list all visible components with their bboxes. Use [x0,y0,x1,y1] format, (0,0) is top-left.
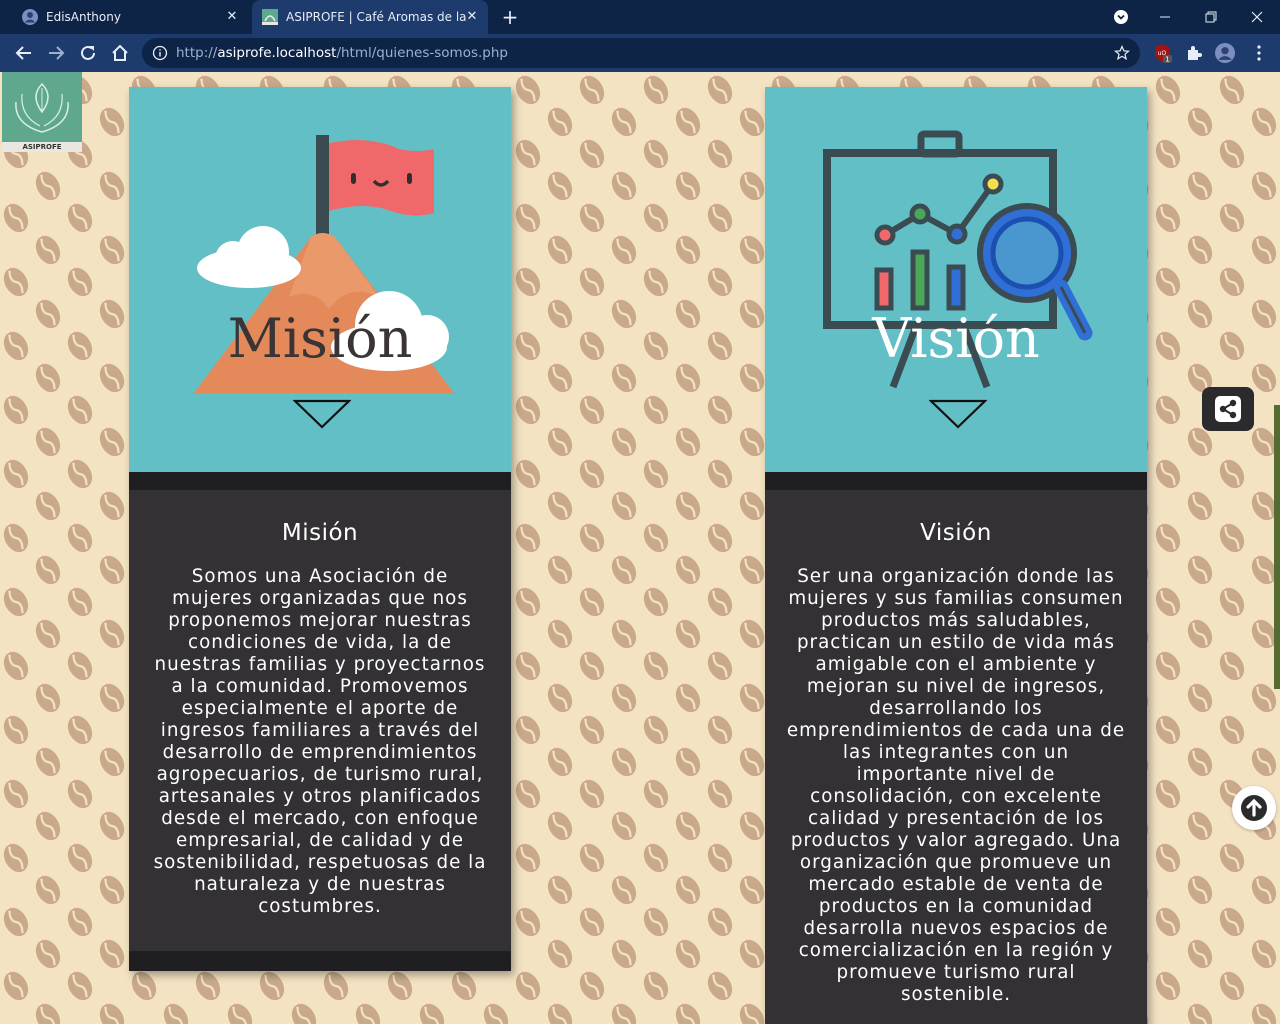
share-button[interactable] [1202,387,1254,431]
mision-heading: Misión [281,520,359,546]
card-footer-bar [129,951,511,971]
back-to-top-button[interactable] [1232,786,1276,830]
account-icon[interactable] [1215,43,1235,63]
tab-asiprofe[interactable]: ASIPROFE | Café Aromas de la Le ✕ [252,0,488,34]
mision-card-body: Misión Somos una Asociación de mujeres o… [129,490,511,951]
restore-icon [1205,11,1217,23]
tab-title: ASIPROFE | Café Aromas de la Le [286,10,466,24]
back-button[interactable] [12,41,36,65]
mision-text: Somos una Asociación de mujeres organiza… [153,566,487,917]
down-arrow-icon[interactable] [929,399,987,429]
mision-card-image: Misión [129,87,511,472]
page-content: ASIPROFE Misión Misión Somos una Asociac… [0,72,1280,1024]
restore-button[interactable] [1188,0,1234,34]
asiprofe-logo[interactable]: ASIPROFE [2,72,82,152]
menu-icon[interactable] [1249,43,1269,63]
home-icon [112,44,128,61]
tab-title: EdisAnthony [46,10,121,24]
star-icon[interactable] [1114,45,1130,61]
leaf-hands-icon [15,82,69,133]
profile-avatar-icon [1215,43,1235,63]
chevron-down-icon [1114,10,1128,24]
down-arrow-icon[interactable] [293,399,351,429]
url-host: asiprofe.localhost [217,45,337,61]
close-window-button[interactable] [1234,0,1280,34]
vision-card-image: Visión [765,87,1147,472]
close-icon [1251,11,1263,23]
extension-badge: 1 [1165,56,1169,64]
card-divider [129,472,511,490]
vision-heading: Visión [920,520,992,546]
vision-card-body: Visión Ser una organización donde las mu… [765,490,1147,1024]
tab-bar: EdisAnthony ✕ ASIPROFE | Café Aromas de … [0,0,1280,34]
info-icon[interactable] [152,45,168,61]
mision-overlay-title: Misión [227,307,413,370]
ublock-icon[interactable]: uO 1 [1152,43,1172,63]
close-icon[interactable]: ✕ [224,9,240,25]
card-divider [765,472,1147,490]
asiprofe-favicon-icon [262,9,278,25]
logo-text: ASIPROFE [2,142,82,152]
profile-icon [22,9,38,25]
tab-search-icon[interactable] [1098,0,1144,34]
forward-icon [49,46,65,60]
scroll-accent-bar [1274,405,1280,689]
plus-icon[interactable]: + [500,7,520,27]
tab-edisanthony[interactable]: EdisAnthony ✕ [8,0,248,34]
home-button[interactable] [108,41,132,65]
browser-toolbar: http://asiprofe.localhost/html/quienes-s… [0,34,1280,72]
vision-card: Visión Visión Ser una organización donde… [765,87,1147,1024]
mision-card: Misión Misión Somos una Asociación de mu… [129,87,511,971]
vision-text: Ser una organización donde las mujeres y… [786,566,1126,1005]
puzzle-icon[interactable] [1184,43,1204,63]
close-icon[interactable]: ✕ [464,9,480,25]
url-path: /html/quienes-somos.php [336,45,508,61]
extensions-icon [1188,46,1202,60]
vision-overlay-title: Visión [872,307,1040,370]
reload-button[interactable] [76,41,100,65]
url-text: http://asiprofe.localhost/html/quienes-s… [176,45,508,61]
kebab-menu-icon [1257,45,1261,61]
share-icon [1215,396,1241,422]
reload-icon [81,45,95,60]
back-icon [15,46,31,60]
minimize-icon [1160,16,1170,18]
arrow-up-icon [1241,795,1267,821]
url-scheme: http:// [176,45,218,61]
minimize-button[interactable] [1142,0,1188,34]
ublock-shield-icon: uO 1 [1155,44,1172,64]
address-bar[interactable]: http://asiprofe.localhost/html/quienes-s… [142,38,1140,68]
forward-button[interactable] [44,41,68,65]
